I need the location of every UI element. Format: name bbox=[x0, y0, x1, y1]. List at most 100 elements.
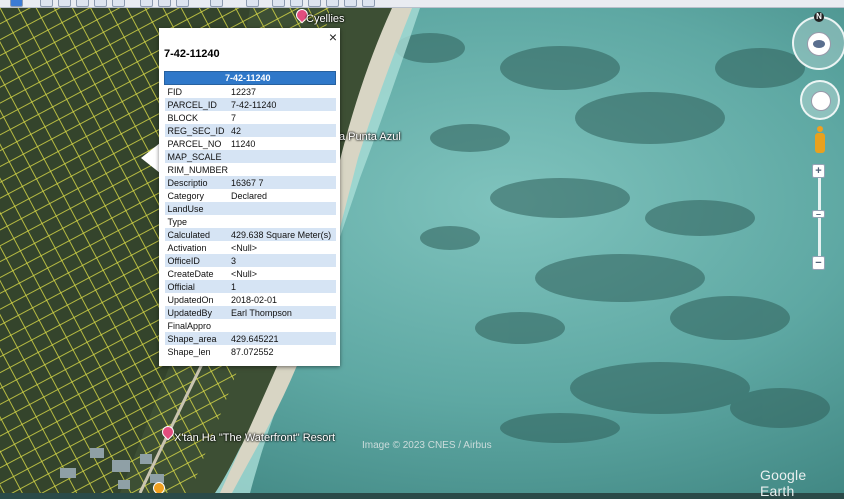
google-earth-logo: Google Earth bbox=[760, 467, 807, 499]
attribute-row: REG_SEC_ID 42 bbox=[164, 124, 336, 137]
attribute-field: LandUse bbox=[164, 202, 229, 215]
move-control[interactable] bbox=[800, 80, 840, 120]
attribute-row: Shape_len 87.072552 bbox=[165, 345, 336, 358]
imagery-copyright: Image © 2023 CNES / Airbus bbox=[362, 440, 492, 451]
attribute-field: PARCEL_NO bbox=[167, 138, 222, 149]
attribute-field: Category bbox=[167, 190, 205, 201]
toolbar bbox=[0, 0, 844, 8]
attribute-field: FinalAppro bbox=[167, 320, 212, 331]
overlay-tool-icon[interactable] bbox=[94, 0, 107, 7]
attribute-value: 16367 7 bbox=[228, 176, 336, 189]
attribute-value: 2018-02-01 bbox=[231, 294, 278, 305]
sun-tool-icon[interactable] bbox=[158, 0, 171, 7]
attribute-field: MAP_SCALE bbox=[164, 150, 229, 163]
attribute-value bbox=[228, 163, 335, 176]
attribute-value: Earl Thompson bbox=[228, 306, 336, 319]
attribute-field: Calculated bbox=[164, 228, 229, 241]
attribute-field: BLOCK bbox=[167, 112, 199, 123]
close-icon[interactable]: × bbox=[329, 30, 337, 44]
sidebar-toggle-icon[interactable] bbox=[10, 0, 23, 7]
attribute-field: FID bbox=[167, 86, 183, 97]
attribute-value: 12237 bbox=[231, 86, 257, 97]
attribute-row: Category Declared bbox=[165, 189, 336, 202]
zoom-out-button[interactable]: − bbox=[812, 256, 825, 270]
attribute-value: 11240 bbox=[231, 138, 256, 149]
attribute-value: 429.645221 bbox=[228, 332, 336, 345]
attribute-field: OfficeID bbox=[164, 254, 229, 267]
parcel-info-popup: × 7-42-11240 7-42-11240 FID 12237 PARCEL_I… bbox=[159, 28, 340, 366]
hand-icon bbox=[811, 91, 831, 111]
polygon-tool-icon[interactable] bbox=[58, 0, 71, 7]
attribute-table: 7-42-11240 FID 12237 PARCEL_ID 7-42-11240 BL… bbox=[164, 71, 336, 358]
attribute-row: Descriptio 16367 7 bbox=[164, 176, 336, 189]
ruler-tool-icon[interactable] bbox=[210, 0, 223, 7]
popup-title: 7-42-11240 bbox=[164, 48, 220, 60]
attribute-field: REG_SEC_ID bbox=[164, 124, 229, 137]
attribute-value bbox=[228, 215, 335, 228]
attribute-field: Descriptio bbox=[164, 176, 229, 189]
attribute-row: PARCEL_NO 11240 bbox=[165, 137, 336, 150]
print-tool-icon[interactable] bbox=[272, 0, 285, 7]
attribute-row: PARCEL_ID 7-42-11240 bbox=[164, 98, 336, 111]
attribute-value: 42 bbox=[228, 124, 336, 137]
attribute-value: 7-42-11240 bbox=[228, 98, 336, 111]
attribute-value: 7 bbox=[231, 112, 237, 123]
attribute-field: Shape_len bbox=[167, 346, 211, 357]
attribute-field: CreateDate bbox=[167, 268, 214, 279]
placemark-tool-icon[interactable] bbox=[40, 0, 53, 7]
attribute-row: CreateDate <Null> bbox=[165, 267, 336, 280]
attribute-value: <Null> bbox=[231, 268, 258, 279]
attribute-value: 429.638 Square Meter(s) bbox=[228, 228, 336, 241]
attribute-value: 3 bbox=[228, 254, 336, 267]
satellite-imagery bbox=[0, 8, 844, 493]
attribute-row: Shape_area 429.645221 bbox=[164, 332, 336, 345]
zoom-in-button[interactable]: + bbox=[812, 164, 825, 178]
attribute-field: UpdatedOn bbox=[167, 294, 214, 305]
attribute-row: Official 1 bbox=[164, 280, 336, 293]
attribute-field: Official bbox=[164, 280, 229, 293]
attribute-row: MAP_SCALE bbox=[164, 150, 336, 163]
attribute-row: Activation <Null> bbox=[165, 241, 336, 254]
kml-tool-icon[interactable] bbox=[326, 0, 339, 7]
attribute-row: LandUse bbox=[164, 202, 336, 215]
history-tool-icon[interactable] bbox=[140, 0, 153, 7]
attribute-row: FID 12237 bbox=[165, 85, 336, 99]
attribute-value: <Null> bbox=[231, 242, 258, 253]
attribute-value bbox=[228, 319, 335, 332]
attribute-row: Calculated 429.638 Square Meter(s) bbox=[164, 228, 336, 241]
attribute-row: FinalAppro bbox=[165, 319, 336, 332]
globe-tool-icon[interactable] bbox=[344, 0, 357, 7]
attribute-table-header: 7-42-11240 bbox=[164, 71, 336, 85]
attribute-value: 87.072552 bbox=[231, 346, 274, 357]
attribute-field: RIM_NUMBER bbox=[167, 164, 229, 175]
attribute-field: PARCEL_ID bbox=[164, 98, 229, 111]
attribute-row: UpdatedOn 2018-02-01 bbox=[165, 293, 336, 306]
attribute-value: 1 bbox=[228, 280, 336, 293]
email-tool-icon[interactable] bbox=[246, 0, 259, 7]
signin-tool-icon[interactable] bbox=[362, 0, 375, 7]
attribute-field: Shape_area bbox=[164, 332, 229, 345]
place-label-beach[interactable]: a Punta Azul bbox=[339, 131, 401, 143]
attribute-row: RIM_NUMBER bbox=[165, 163, 336, 176]
attribute-row: OfficeID 3 bbox=[164, 254, 336, 267]
look-around-control[interactable]: N bbox=[792, 12, 844, 70]
planets-tool-icon[interactable] bbox=[176, 0, 189, 7]
zoom-handle[interactable]: – bbox=[812, 210, 825, 219]
attribute-row: BLOCK 7 bbox=[165, 111, 336, 124]
attribute-field: UpdatedBy bbox=[164, 306, 229, 319]
attribute-value bbox=[228, 202, 336, 215]
attribute-field: Type bbox=[167, 216, 188, 227]
map-view[interactable]: Cyellies a Punta Azul X'tan Ha "The Wate… bbox=[0, 8, 844, 493]
popup-pointer bbox=[141, 143, 160, 173]
attribute-value bbox=[228, 150, 336, 163]
place-label-resort[interactable]: X'tan Ha "The Waterfront" Resort bbox=[174, 432, 335, 444]
street-view-pegman-icon[interactable] bbox=[814, 126, 826, 154]
path-tool-icon[interactable] bbox=[76, 0, 89, 7]
place-label-top[interactable]: Cyellies bbox=[306, 13, 345, 25]
tour-tool-icon[interactable] bbox=[112, 0, 125, 7]
maps-tool-icon[interactable] bbox=[308, 0, 321, 7]
eye-icon bbox=[807, 32, 831, 56]
save-image-tool-icon[interactable] bbox=[290, 0, 303, 7]
attribute-field: Activation bbox=[167, 242, 207, 253]
attribute-row: Type bbox=[165, 215, 336, 228]
